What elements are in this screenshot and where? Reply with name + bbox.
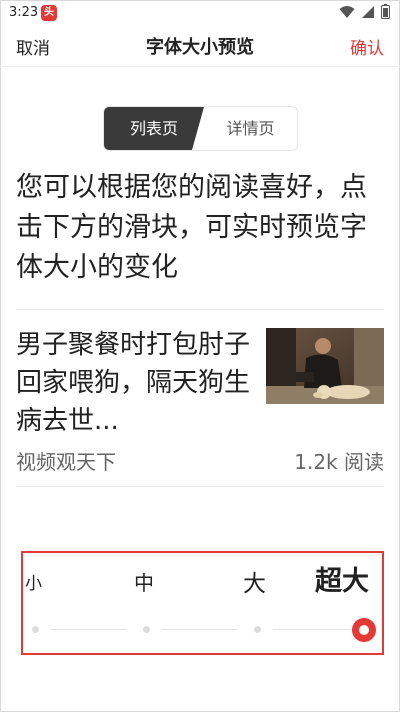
divider [16, 486, 384, 487]
article-title: 男子聚餐时打包肘子回家喂狗，隔天狗生病去世... [16, 330, 251, 436]
toutiao-app-icon: 头 [41, 5, 57, 21]
header-bar: 取消 字体大小预览 确认 [0, 28, 400, 67]
slider-stop-dot[interactable] [143, 626, 150, 633]
font-size-slider[interactable]: 小 中 大 超大 [21, 551, 384, 655]
size-option-large[interactable]: 大 [243, 564, 266, 598]
page-title: 字体大小预览 [146, 37, 254, 58]
man-with-dog-photo [266, 328, 384, 404]
size-option-small[interactable]: 小 [25, 569, 42, 594]
status-icons [339, 4, 390, 19]
preview-tabs: 列表页 详情页 [103, 106, 298, 151]
status-time: 3:23 [9, 5, 39, 20]
article-source: 视频观天下 [16, 450, 116, 474]
slider-track[interactable] [162, 629, 237, 630]
slider-thumb-center [359, 625, 369, 635]
slider-track[interactable] [273, 629, 351, 630]
tab-detail-page[interactable]: 详情页 [204, 107, 297, 150]
preview-description: 您可以根据您的阅读喜好，点击下方的滑块，可实时预览字体大小的变化 [16, 172, 367, 283]
tab-list-page[interactable]: 列表页 [104, 107, 204, 150]
size-option-medium[interactable]: 中 [134, 567, 154, 596]
signal-icon [362, 5, 374, 18]
article-thumbnail [266, 328, 384, 404]
slider-stop-dot[interactable] [254, 626, 261, 633]
article-read-count: 1.2k 阅读 [294, 450, 384, 474]
status-bar: 3:23 头 [0, 0, 400, 28]
confirm-button[interactable]: 确认 [350, 34, 384, 59]
size-option-xlarge[interactable]: 超大 [315, 559, 369, 598]
slider-thumb[interactable] [352, 618, 376, 642]
slider-stop-dot[interactable] [32, 626, 39, 633]
battery-icon [381, 4, 390, 19]
wifi-icon [339, 5, 355, 18]
divider [16, 309, 384, 310]
slider-track[interactable] [51, 629, 126, 630]
